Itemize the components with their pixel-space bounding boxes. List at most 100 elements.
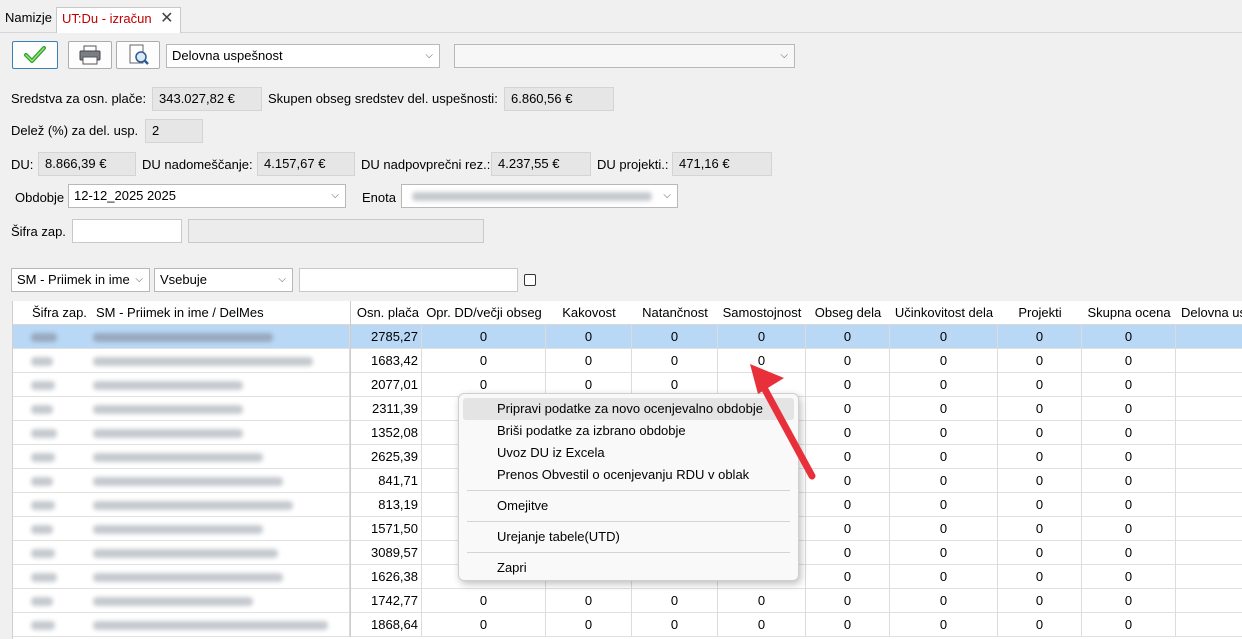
cell-score[interactable]: 0 <box>998 565 1082 589</box>
cell-score[interactable]: 0 <box>718 589 806 613</box>
table-row[interactable]: 2785,27 0 0 0 0 0 0 0 0 <box>13 325 1242 349</box>
cell-osn-placa: 2077,01 <box>350 373 422 397</box>
cell-score[interactable]: 0 <box>806 589 890 613</box>
cell-score[interactable]: 0 <box>806 517 890 541</box>
menu-item-zapri[interactable]: Zapri <box>463 557 794 579</box>
obdobje-select[interactable]: 12-12_2025 2025 ⌵ <box>68 184 346 208</box>
cell-score[interactable]: 0 <box>806 565 890 589</box>
cell-score[interactable]: 0 <box>890 469 998 493</box>
cell-score[interactable]: 0 <box>998 397 1082 421</box>
search-field-select[interactable]: SM - Priimek in ime ⌵ <box>11 268 150 292</box>
table-row[interactable]: 1742,77 0 0 0 0 0 0 0 0 <box>13 589 1242 613</box>
col-ucinkovitost[interactable]: Učinkovitost dela <box>890 301 998 325</box>
cell-score[interactable]: 0 <box>998 589 1082 613</box>
cell-score[interactable]: 0 <box>806 493 890 517</box>
cell-score[interactable]: 0 <box>546 613 632 637</box>
col-kakovost[interactable]: Kakovost <box>546 301 632 325</box>
sifra-input[interactable] <box>72 219 182 243</box>
mode-select[interactable]: Delovna uspešnost ⌵ <box>166 44 440 68</box>
cell-score[interactable]: 0 <box>632 325 718 349</box>
cell-score[interactable]: 0 <box>806 325 890 349</box>
menu-item-omejitve[interactable]: Omejitve <box>463 495 794 517</box>
search-operator-select[interactable]: Vsebuje ⌵ <box>154 268 293 292</box>
cell-score[interactable]: 0 <box>632 349 718 373</box>
col-obseg-dela[interactable]: Obseg dela <box>806 301 890 325</box>
col-sifra[interactable]: Šifra zap. <box>32 301 102 325</box>
cell-score[interactable]: 0 <box>422 325 546 349</box>
cell-score[interactable]: 0 <box>998 613 1082 637</box>
cell-score[interactable]: 0 <box>422 613 546 637</box>
cell-score[interactable]: 0 <box>890 589 998 613</box>
cell-score[interactable]: 0 <box>1082 565 1176 589</box>
cell-score[interactable]: 0 <box>1082 397 1176 421</box>
table-row[interactable]: 1868,64 0 0 0 0 0 0 0 0 <box>13 613 1242 637</box>
cell-score[interactable]: 0 <box>998 325 1082 349</box>
cell-score[interactable]: 0 <box>890 421 998 445</box>
cell-score[interactable]: 0 <box>1082 373 1176 397</box>
print-button[interactable] <box>68 41 112 69</box>
secondary-select[interactable]: ⌵ <box>454 44 795 68</box>
cell-score[interactable]: 0 <box>890 613 998 637</box>
cell-score[interactable]: 0 <box>998 445 1082 469</box>
col-samostojnost[interactable]: Samostojnost <box>718 301 806 325</box>
cell-score[interactable]: 0 <box>718 325 806 349</box>
confirm-button[interactable] <box>12 41 58 69</box>
cell-score[interactable]: 0 <box>1082 517 1176 541</box>
cell-score[interactable]: 0 <box>546 325 632 349</box>
cell-score[interactable]: 0 <box>1082 445 1176 469</box>
enota-select[interactable]: ⌵ <box>401 184 678 208</box>
cell-score[interactable]: 0 <box>890 397 998 421</box>
cell-score[interactable]: 0 <box>998 469 1082 493</box>
cell-score[interactable]: 0 <box>998 541 1082 565</box>
cell-score[interactable]: 0 <box>890 565 998 589</box>
cell-score[interactable]: 0 <box>890 541 998 565</box>
cell-priimek <box>93 325 350 349</box>
cell-score[interactable]: 0 <box>998 349 1082 373</box>
cell-score[interactable]: 0 <box>422 589 546 613</box>
cell-score[interactable]: 0 <box>1082 589 1176 613</box>
print-preview-button[interactable] <box>116 41 160 69</box>
cell-score[interactable]: 0 <box>546 349 632 373</box>
cell-sifra <box>13 325 93 349</box>
cell-score[interactable]: 0 <box>890 517 998 541</box>
cell-score[interactable]: 0 <box>632 589 718 613</box>
cell-score[interactable]: 0 <box>890 445 998 469</box>
cell-score[interactable]: 0 <box>1082 349 1176 373</box>
cell-score[interactable]: 0 <box>422 349 546 373</box>
sredstva-label: Sredstva za osn. plače: <box>11 91 147 106</box>
tab-ut-du-izracun[interactable]: UT:Du - izračun ✕ <box>56 7 181 33</box>
cell-score[interactable]: 0 <box>718 613 806 637</box>
cell-score[interactable]: 0 <box>1082 541 1176 565</box>
cell-score[interactable]: 0 <box>1082 613 1176 637</box>
col-priimek[interactable]: SM - Priimek in ime / DelMes <box>96 301 346 325</box>
cell-score[interactable]: 0 <box>890 325 998 349</box>
table-row[interactable]: 1683,42 0 0 0 0 0 0 0 0 <box>13 349 1242 373</box>
col-natancnost[interactable]: Natančnost <box>632 301 718 325</box>
cell-score[interactable]: 0 <box>1082 325 1176 349</box>
search-input[interactable] <box>299 268 518 292</box>
cell-score[interactable]: 0 <box>546 589 632 613</box>
cell-score[interactable]: 0 <box>998 421 1082 445</box>
cell-score[interactable]: 0 <box>806 613 890 637</box>
search-checkbox[interactable] <box>524 274 536 286</box>
cell-score[interactable]: 0 <box>890 493 998 517</box>
tab-namizje[interactable]: Namizje <box>0 7 57 33</box>
col-opr-dd[interactable]: Opr. DD/večji obseg <box>422 301 546 325</box>
col-projekti[interactable]: Projekti <box>998 301 1082 325</box>
cell-score[interactable]: 0 <box>998 493 1082 517</box>
cell-score[interactable]: 0 <box>890 373 998 397</box>
menu-item-urejanje-tabele[interactable]: Urejanje tabele(UTD) <box>463 526 794 548</box>
cell-score[interactable]: 0 <box>890 349 998 373</box>
col-osn-placa[interactable]: Osn. plača <box>350 301 422 325</box>
close-icon[interactable]: ✕ <box>160 8 173 30</box>
cell-score[interactable]: 0 <box>1082 469 1176 493</box>
cell-score[interactable]: 0 <box>1082 421 1176 445</box>
cell-score[interactable]: 0 <box>1082 493 1176 517</box>
cell-score[interactable]: 0 <box>998 373 1082 397</box>
cell-score[interactable]: 0 <box>998 517 1082 541</box>
col-delovna-usp[interactable]: Delovna us <box>1181 301 1242 325</box>
cell-score[interactable]: 0 <box>632 613 718 637</box>
cell-score[interactable]: 0 <box>806 541 890 565</box>
cell-sifra <box>13 445 93 469</box>
col-skupna-ocena[interactable]: Skupna ocena <box>1082 301 1176 325</box>
